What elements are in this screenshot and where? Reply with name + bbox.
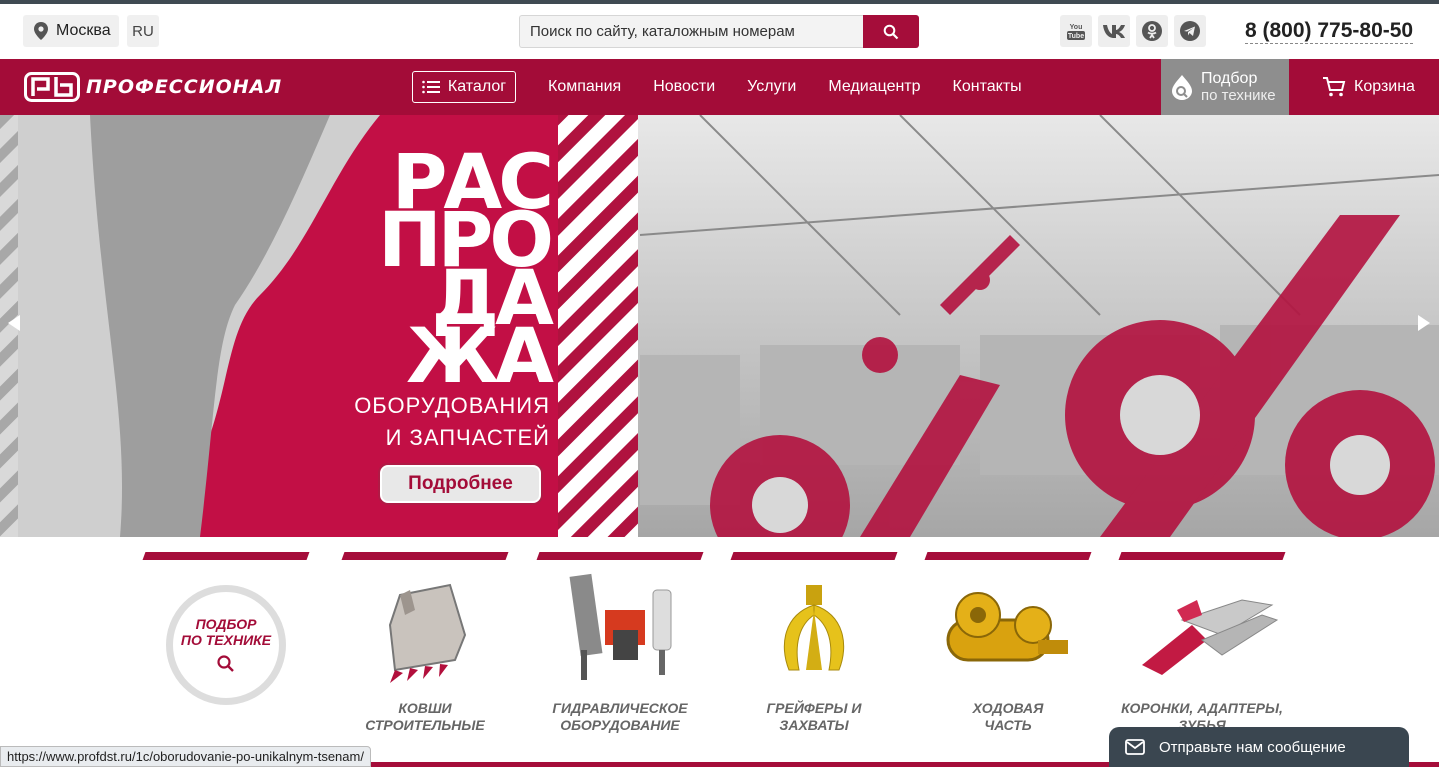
logo[interactable]: ПРОФЕССИОНАЛ <box>24 71 282 103</box>
menu-item-services[interactable]: Услуги <box>747 78 796 96</box>
search-icon <box>883 24 899 39</box>
catalog-label: Каталог <box>447 78 507 95</box>
menu-item-news[interactable]: Новости <box>653 78 715 96</box>
cart-icon <box>1323 77 1346 97</box>
telegram-link[interactable] <box>1174 15 1206 47</box>
hero-banner[interactable]: РАС ПРО ДА ЖА ОБОРУДОВАНИЯ И ЗАПЧАСТЕЙ П… <box>0 115 1439 537</box>
category-bar <box>924 552 1092 560</box>
social-links: You Tube <box>1060 15 1206 47</box>
grapple-icon <box>783 585 845 671</box>
slider-next-arrow-icon[interactable] <box>1418 315 1430 331</box>
grapple-image <box>728 560 900 700</box>
category-label-line-1: ХОДОВАЯ <box>972 700 1044 716</box>
list-icon <box>422 80 440 94</box>
category-bar <box>730 552 898 560</box>
category-label-line-1: ГИДРАВЛИЧЕСКОЕ <box>552 700 688 716</box>
vk-link[interactable] <box>1098 15 1130 47</box>
language-selector[interactable]: RU <box>127 15 159 47</box>
teeth-image <box>1116 560 1288 700</box>
odnoklassniki-icon <box>1142 21 1162 41</box>
slider-prev-arrow-icon[interactable] <box>8 315 20 331</box>
category-label-line-1: КОРОНКИ, АДАПТЕРЫ, <box>1121 700 1283 716</box>
hero-background <box>0 115 1439 537</box>
category-bar <box>536 552 704 560</box>
category-label-line-2: ЧАСТЬ <box>984 717 1032 733</box>
svg-text:You: You <box>1070 24 1083 31</box>
city-selector[interactable]: Москва <box>23 15 119 47</box>
youtube-icon: You Tube <box>1067 24 1085 40</box>
drop-magnifier-icon <box>1172 75 1192 100</box>
excavator-bucket-icon <box>388 583 467 683</box>
cart-label: Корзина <box>1354 78 1415 95</box>
top-bar: Москва RU You Tube 8 (800) 775-80-50 <box>0 4 1439 59</box>
category-label-line-2: ОБОРУДОВАНИЕ <box>560 717 680 733</box>
hero-text: РАС ПРО ДА ЖА ОБОРУДОВАНИЯ И ЗАПЧАСТЕЙ <box>330 144 554 450</box>
main-nav: ПРОФЕССИОНАЛ Каталог Компания Новости Ус… <box>0 59 1439 115</box>
menu-item-contacts[interactable]: Контакты <box>953 78 1022 96</box>
hero-title-line-4: ЖА <box>406 311 554 400</box>
hydraulic-hammer-icon <box>569 573 672 680</box>
odnoklassniki-link[interactable] <box>1136 15 1168 47</box>
mail-icon <box>1125 739 1145 755</box>
bucket-teeth-icon <box>1142 599 1279 675</box>
category-podbor[interactable] <box>140 552 312 560</box>
category-label-line-2: СТРОИТЕЛЬНЫЕ <box>365 717 485 733</box>
main-menu: Компания Новости Услуги Медиацентр Конта… <box>548 59 1022 115</box>
youtube-link[interactable]: You Tube <box>1060 15 1092 47</box>
podbor-button[interactable]: Подбор по технике <box>1161 59 1289 115</box>
undercarriage-image <box>922 560 1094 700</box>
category-buckets[interactable]: КОВШИ СТРОИТЕЛЬНЫЕ <box>339 552 511 734</box>
podbor-circle-button[interactable]: ПОДБОР ПО ТЕХНИКЕ <box>166 585 286 705</box>
status-bar-url: https://www.profdst.ru/1c/oborudovanie-p… <box>0 746 371 767</box>
category-bar <box>341 552 509 560</box>
podbor-circle-line-2: ПО ТЕХНИКЕ <box>180 632 272 648</box>
phone-number[interactable]: 8 (800) 775-80-50 <box>1245 19 1414 44</box>
hero-subtitle-line-2: И ЗАПЧАСТЕЙ <box>385 425 550 450</box>
catalog-button[interactable]: Каталог <box>412 71 516 103</box>
telegram-icon <box>1180 21 1200 41</box>
menu-item-mediacenter[interactable]: Медиацентр <box>828 78 920 96</box>
logo-mark <box>24 72 80 102</box>
svg-text:Tube: Tube <box>1068 33 1084 40</box>
category-bar <box>1118 552 1286 560</box>
search-input[interactable] <box>519 15 863 48</box>
podbor-text: Подбор по технике <box>1201 70 1276 104</box>
location-pin-icon <box>34 22 48 40</box>
category-label-line-2: ЗАХВАТЫ <box>779 717 849 733</box>
search-form <box>519 15 919 48</box>
hero-more-button[interactable]: Подробнее <box>380 465 541 503</box>
podbor-circle-line-1: ПОДБОР <box>195 616 257 632</box>
category-grapples[interactable]: ГРЕЙФЕРЫ И ЗАХВАТЫ <box>728 552 900 734</box>
logo-text: ПРОФЕССИОНАЛ <box>86 76 283 98</box>
vk-icon <box>1103 25 1125 38</box>
category-undercarriage[interactable]: ХОДОВАЯ ЧАСТЬ <box>922 552 1094 734</box>
bucket-image <box>339 560 511 700</box>
category-teeth[interactable]: КОРОНКИ, АДАПТЕРЫ, ЗУБЬЯ <box>1116 552 1288 734</box>
track-chain-icon <box>946 592 1068 662</box>
search-icon <box>217 655 234 672</box>
city-label: Москва <box>56 22 111 39</box>
category-hydraulic[interactable]: ГИДРАВЛИЧЕСКОЕ ОБОРУДОВАНИЕ <box>534 552 706 734</box>
category-label-line-1: КОВШИ <box>398 700 452 716</box>
menu-item-company[interactable]: Компания <box>548 78 621 96</box>
category-bar <box>142 552 310 560</box>
hydraulic-image <box>534 560 706 700</box>
chat-widget[interactable]: Отправьте нам сообщение <box>1109 727 1409 767</box>
search-button[interactable] <box>863 15 919 48</box>
chat-label: Отправьте нам сообщение <box>1159 738 1346 756</box>
cart-link[interactable]: Корзина <box>1322 59 1415 115</box>
category-label-line-1: ГРЕЙФЕРЫ И <box>766 700 862 716</box>
hero-subtitle-line-1: ОБОРУДОВАНИЯ <box>354 393 550 418</box>
